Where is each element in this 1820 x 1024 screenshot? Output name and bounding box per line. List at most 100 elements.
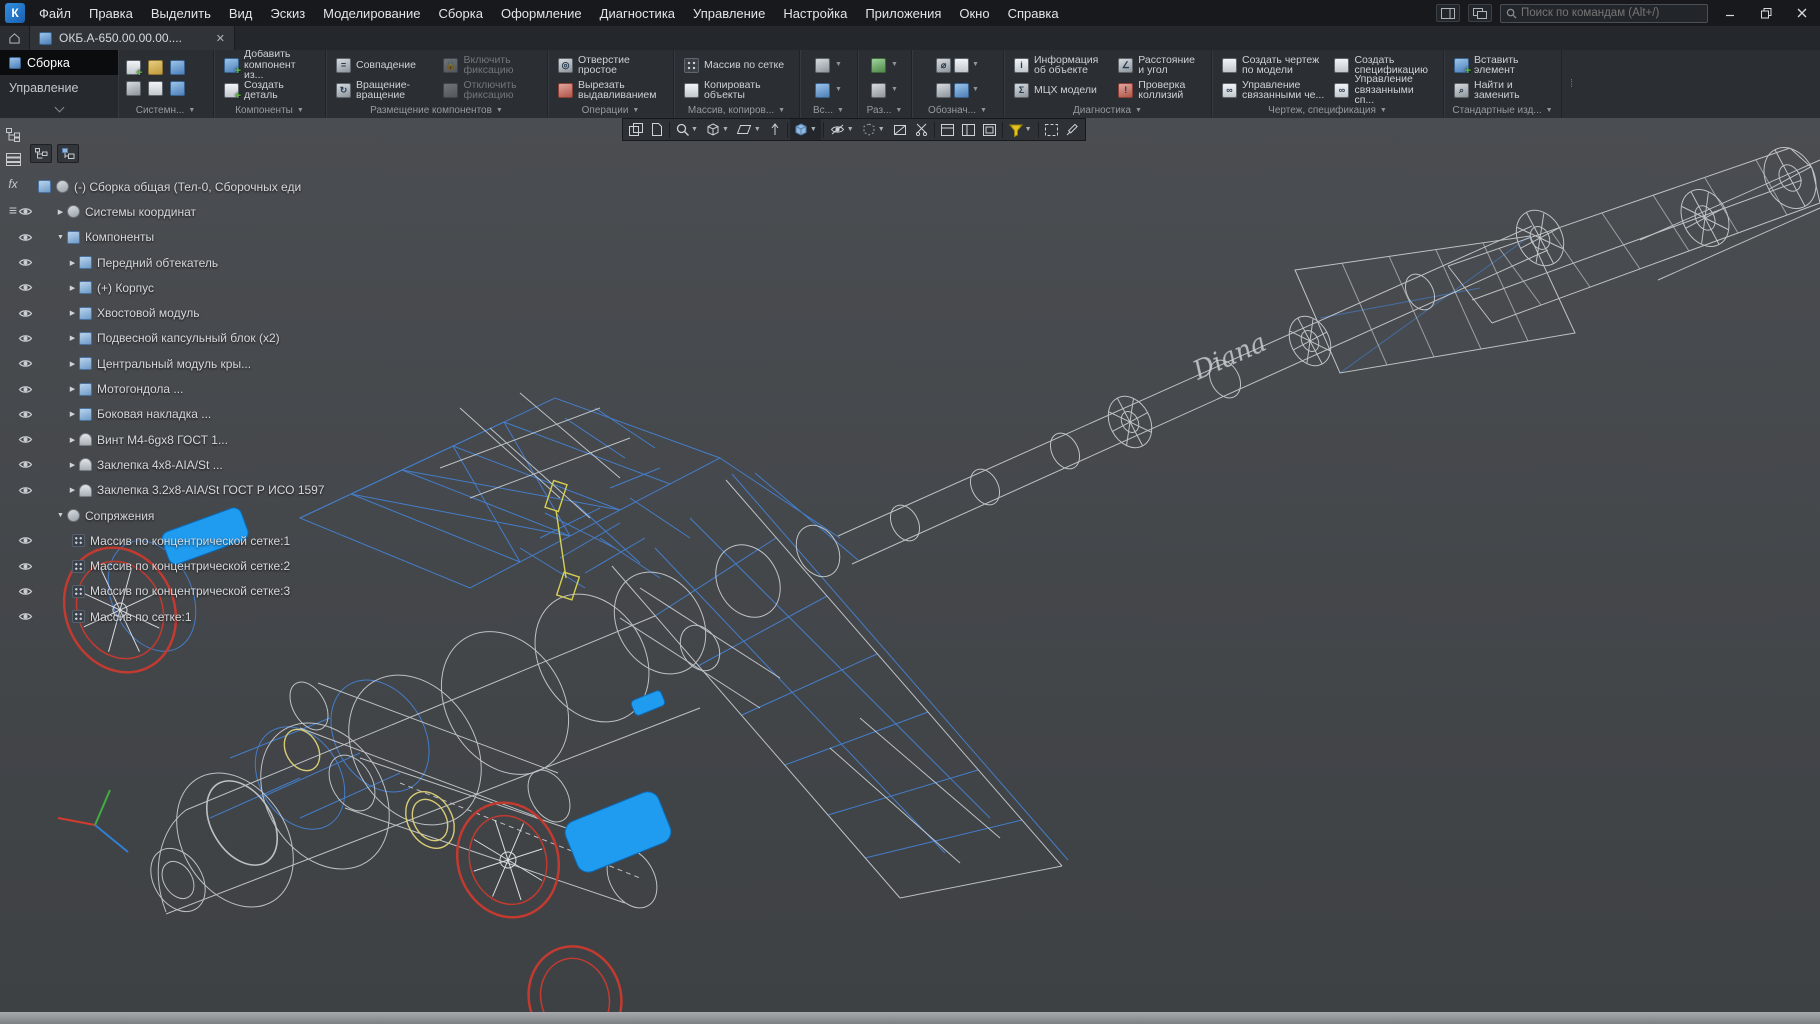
distance-angle-button[interactable]: Расстояние и угол [1115,54,1204,76]
layers-panel-icon[interactable] [6,153,21,166]
menu-window[interactable]: Окно [950,2,998,25]
close-icon[interactable] [1788,2,1816,24]
copy-objects-button[interactable]: Копировать объекты [681,79,792,101]
app-logo-icon[interactable]: К [5,3,25,23]
menu-sketch[interactable]: Эскиз [261,2,314,25]
create-drawing-button[interactable]: Создать чертеж по модели [1219,54,1327,76]
save-all-icon[interactable] [170,81,185,96]
tree-item-coordinate-systems[interactable]: ▶ Системы координат [2,199,382,224]
ribbon-group-label-drawing-spec[interactable]: Чертеж, спецификация▼ [1212,103,1443,118]
expander-icon[interactable]: ▶ [66,334,79,342]
expander-icon[interactable]: ▼ [54,234,67,241]
menu-file[interactable]: Файл [30,2,80,25]
frame-icon[interactable] [1041,119,1062,140]
tree-item-concentric-array-2[interactable]: Массив по концентрической сетке:2 [2,553,382,578]
menu-icon[interactable]: ≡ [9,202,17,218]
visibility-eye-icon[interactable] [14,358,36,369]
ribbon-group-label-sections[interactable]: Раз...▼ [858,103,911,118]
tab-close-icon[interactable]: ✕ [216,32,225,45]
tree-item-mates[interactable]: ▼ Сопряжения [2,503,382,528]
maximize-icon[interactable] [1752,2,1780,24]
document-tab[interactable]: ОКБ.А-650.00.00.00.... ✕ [30,26,235,50]
menu-layout[interactable]: Оформление [492,2,591,25]
menu-select[interactable]: Выделить [142,2,220,25]
print-preview-icon[interactable] [148,81,163,96]
panel-c-icon[interactable] [979,119,1000,140]
visibility-eye-icon[interactable] [14,611,36,622]
tree-item-rivet-1[interactable]: ▶ Заклепка 4х8-AIA/St ... [2,452,382,477]
visibility-eye-icon[interactable] [14,434,36,445]
visibility-eye-icon[interactable] [14,586,36,597]
tree-item-body[interactable]: ▶ (+) Корпус [2,275,382,300]
tree-item-central-wing-module[interactable]: ▶ Центральный модуль кры... [2,351,382,376]
expander-icon[interactable]: ▶ [66,259,79,267]
ribbon-group-label-operations[interactable]: Операции▼ [548,103,673,118]
ribbon-group-label-auxiliary[interactable]: Вс...▼ [800,103,857,118]
pencil-off-icon[interactable] [1062,119,1083,140]
enable-fixation-button[interactable]: Включить фиксацию [440,54,540,76]
expander-icon[interactable]: ▶ [66,309,79,317]
panel-b-icon[interactable] [958,119,979,140]
section-button[interactable]: ▼ [868,54,901,76]
insert-element-button[interactable]: Вставить элемент [1451,54,1554,76]
section-view-icon[interactable] [889,119,911,140]
open-document-icon[interactable] [148,60,163,75]
expander-icon[interactable]: ▶ [66,486,79,494]
menu-help[interactable]: Справка [999,2,1068,25]
local-view-button[interactable]: ▼ [868,79,901,101]
ribbon-group-label-placement[interactable]: Размещение компонентов▼ [326,103,547,118]
coincide-button[interactable]: Совпадение [333,54,436,76]
auxiliary-plane-button[interactable]: ▼ [812,54,845,76]
ribbon-group-label-system[interactable]: Системн...▼ [118,103,213,118]
tree-item-capsule-block[interactable]: ▶ Подвесной капсульный блок (х2) [2,326,382,351]
ribbon-group-label-diagnostics[interactable]: Диагностика▼ [1004,103,1211,118]
visibility-eye-icon[interactable] [14,333,36,344]
hide-objects-icon[interactable]: ▼ [826,119,858,140]
tree-structure-icon[interactable] [30,144,52,163]
rotation-rotation-button[interactable]: Вращение-вращение [333,79,436,101]
cut-extrude-button[interactable]: Вырезать выдавливанием [555,79,666,101]
visibility-eye-icon[interactable] [14,384,36,395]
visibility-eye-icon[interactable] [14,257,36,268]
visibility-eye-icon[interactable] [14,485,36,496]
ribbon-group-label-components[interactable]: Компоненты▼ [214,103,325,118]
variables-fx-icon[interactable]: fx [8,177,17,191]
ribbon-overflow-grip[interactable]: ⁞ [1562,50,1820,118]
model-tree-icon[interactable] [6,128,21,142]
save-icon[interactable] [170,60,185,75]
object-info-button[interactable]: Информация об объекте [1011,54,1111,76]
tree-item-side-pad[interactable]: ▶ Боковая накладка ... [2,402,382,427]
create-part-button[interactable]: Создать деталь [221,79,318,101]
tree-item-screw[interactable]: ▶ Винт М4-6gх8 ГОСТ 1... [2,427,382,452]
visibility-eye-icon[interactable] [14,459,36,470]
expander-icon[interactable]: ▶ [66,385,79,393]
ribbon-group-label-standard[interactable]: Стандартные изд...▼ [1444,103,1561,118]
collision-check-button[interactable]: Проверка коллизий [1115,79,1204,101]
tab-assembly[interactable]: Сборка [0,50,118,75]
zoom-icon[interactable]: ▼ [672,119,702,140]
plane-icon[interactable]: ▼ [733,119,765,140]
visibility-eye-icon[interactable] [14,409,36,420]
up-axis-icon[interactable] [765,119,785,140]
add-component-button[interactable]: Добавить компонент из... [221,54,318,76]
grid-array-button[interactable]: Массив по сетке [681,54,792,76]
menu-applications[interactable]: Приложения [856,2,950,25]
layout-panes-icon[interactable] [625,119,647,140]
sheet-icon[interactable] [647,119,667,140]
visibility-eye-icon[interactable] [14,535,36,546]
menu-diagnostics[interactable]: Диагностика [591,2,684,25]
auxiliary-axis-button[interactable]: ▼ [812,79,845,101]
tree-item-concentric-array-1[interactable]: Массив по концентрической сетке:1 [2,528,382,553]
ribbon-group-label-array[interactable]: Массив, копиров...▼ [674,103,799,118]
tree-item-rivet-2[interactable]: ▶ Заклепка 3.2х8-AIA/St ГОСТ Р ИСО 1597 [2,478,382,503]
start-page-icon[interactable] [0,26,30,50]
new-document-icon[interactable] [126,60,141,75]
tree-item-grid-array[interactable]: Массив по сетке:1 [2,604,382,629]
expander-icon[interactable]: ▶ [66,436,79,444]
tree-item-tail-module[interactable]: ▶ Хвостовой модуль [2,300,382,325]
dual-screen-icon[interactable] [1468,4,1492,22]
menu-edit[interactable]: Правка [80,2,142,25]
simple-hole-button[interactable]: Отверстие простое [555,54,666,76]
tab-management[interactable]: Управление [0,75,118,100]
ghost-display-icon[interactable]: ▼ [858,119,889,140]
